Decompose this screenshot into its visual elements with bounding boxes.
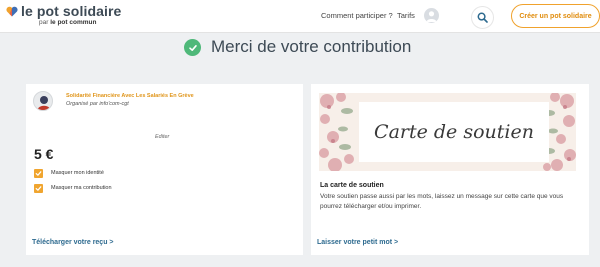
hide-identity-option[interactable]: Masquer mon identité: [34, 168, 104, 178]
page-title: Merci de votre contribution: [211, 37, 412, 56]
checkbox-checked-icon[interactable]: [34, 168, 43, 178]
create-pot-button[interactable]: Créer un pot solidaire: [511, 4, 600, 28]
check-circle-icon: [184, 39, 201, 56]
support-card-banner: Carte de soutien: [319, 93, 576, 171]
fundraiser-name[interactable]: Solidarité Financière Avec Les Salariés …: [66, 93, 194, 99]
logo-sub-prefix: par: [39, 19, 49, 26]
heart-logo-icon: [6, 6, 18, 17]
hide-contribution-option[interactable]: Masquer ma contribution: [34, 183, 112, 193]
hide-contribution-label: Masquer ma contribution: [51, 185, 112, 191]
banner-text-frame: Carte de soutien: [359, 102, 549, 162]
banner-text: Carte de soutien: [374, 121, 534, 143]
contribution-card: Solidarité Financière Avec Les Salariés …: [26, 84, 303, 255]
user-silhouette-icon: [426, 11, 437, 22]
nav-comment-participer[interactable]: Comment participer ?: [321, 11, 393, 20]
user-avatar-icon[interactable]: [424, 8, 439, 23]
edit-link[interactable]: Editer: [155, 134, 169, 140]
checkbox-checked-icon[interactable]: [34, 183, 43, 193]
organizer-label: Organisé par info'com-cgt: [66, 101, 129, 107]
search-icon: [477, 12, 488, 23]
confirmation-title-row: Merci de votre contribution: [0, 36, 600, 62]
search-button[interactable]: [471, 6, 494, 29]
support-card: Carte de soutien La carte de soutien Vot…: [311, 84, 589, 255]
download-receipt-link[interactable]: Télécharger votre reçu >: [32, 239, 114, 246]
top-header: le pot solidaire par le pot commun Comme…: [0, 0, 600, 33]
organizer-avatar: [33, 91, 53, 111]
logo-title: le pot solidaire: [21, 3, 122, 19]
support-card-description: Votre soutien passe aussi par les mots, …: [320, 193, 564, 210]
nav-tarifs[interactable]: Tarifs: [397, 11, 415, 20]
support-card-title: La carte de soutien: [320, 182, 384, 189]
logo-subtitle: par le pot commun: [39, 19, 96, 26]
logo-sub-brand: le pot commun: [50, 19, 97, 26]
leave-message-link[interactable]: Laisser votre petit mot >: [317, 239, 398, 246]
site-logo[interactable]: le pot solidaire par le pot commun: [6, 3, 146, 29]
hide-identity-label: Masquer mon identité: [51, 170, 104, 176]
contribution-amount: 5 €: [34, 146, 54, 162]
